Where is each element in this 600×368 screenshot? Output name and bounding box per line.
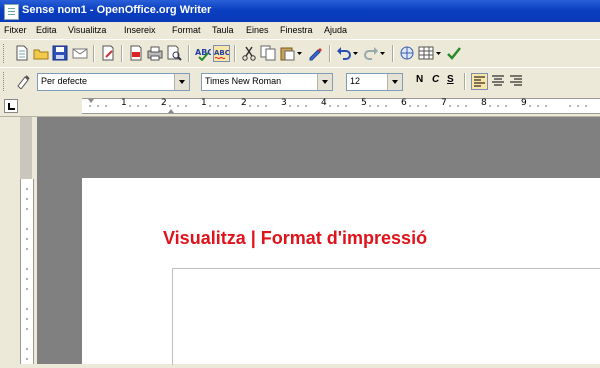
menu-edita[interactable]: Edita [36, 25, 57, 35]
separator [464, 73, 466, 90]
menu-taula[interactable]: Taula [212, 25, 234, 35]
paste-icon[interactable] [279, 45, 295, 61]
redo-dropdown-icon[interactable] [379, 45, 387, 61]
chevron-down-icon[interactable] [387, 74, 402, 90]
undo-icon[interactable] [336, 45, 352, 61]
styles-formatting-icon[interactable] [15, 73, 31, 90]
ruler-label: 9 [521, 98, 527, 108]
standard-toolbar: ABC ABC [0, 39, 600, 68]
document-heading[interactable]: Visualitza | Format d'impressió [163, 228, 427, 249]
copy-icon[interactable] [260, 45, 276, 61]
hyperlink-icon[interactable] [399, 45, 415, 61]
toolbar-grip[interactable] [3, 72, 7, 91]
tab-stop-selector-icon[interactable] [4, 99, 18, 113]
redo-icon[interactable] [363, 45, 379, 61]
show-draw-functions-icon[interactable] [446, 45, 462, 61]
page-preview-icon[interactable] [166, 45, 182, 61]
menu-insereix[interactable]: Insereix [124, 25, 156, 35]
vertical-ruler-ticks [26, 188, 28, 360]
export-pdf-icon[interactable] [128, 45, 144, 61]
horizontal-ruler[interactable]: 1 2 1 2 3 4 5 6 7 8 9 [0, 95, 600, 117]
table-icon[interactable] [418, 45, 434, 61]
underline-button[interactable]: S [447, 74, 454, 85]
font-name-combo[interactable]: Times New Roman [201, 73, 333, 91]
ruler-label: 4 [321, 98, 327, 108]
table-dropdown-icon[interactable] [435, 45, 443, 61]
separator [121, 45, 123, 62]
vertical-ruler-scale[interactable] [20, 179, 34, 364]
vertical-ruler-margin [20, 117, 32, 179]
chevron-down-icon[interactable] [317, 74, 332, 90]
vertical-ruler[interactable] [0, 117, 37, 364]
ruler-label: 2 [241, 98, 247, 108]
font-size-value: 12 [350, 76, 361, 86]
menu-eines[interactable]: Eines [246, 25, 269, 35]
mail-icon[interactable] [72, 45, 88, 61]
clone-formatting-icon[interactable] [307, 45, 323, 61]
autospellcheck-icon[interactable]: ABC [213, 45, 230, 62]
window-title: Sense nom1 - OpenOffice.org Writer [22, 4, 212, 16]
indent-marker-icon [88, 99, 94, 103]
save-icon[interactable] [52, 45, 68, 61]
menu-bar: Fitxer Edita Visualitza Insereix Format … [0, 22, 600, 39]
chevron-down-icon[interactable] [174, 74, 189, 90]
italic-button[interactable]: C [432, 74, 439, 85]
text-boundary [172, 268, 600, 365]
open-folder-icon[interactable] [33, 45, 49, 61]
menu-finestra[interactable]: Finestra [280, 25, 313, 35]
menu-ajuda[interactable]: Ajuda [324, 25, 347, 35]
ruler-label: 7 [441, 98, 447, 108]
menu-format[interactable]: Format [172, 25, 201, 35]
cut-icon[interactable] [241, 45, 257, 61]
print-icon[interactable] [147, 45, 163, 61]
ruler-label: 3 [281, 98, 287, 108]
left-margin-marker-icon [168, 109, 174, 113]
svg-text:ABC: ABC [214, 49, 229, 57]
align-right-icon[interactable] [508, 73, 524, 89]
svg-text:ABC: ABC [195, 48, 211, 57]
title-bar: Sense nom1 - OpenOffice.org Writer [0, 0, 600, 22]
menu-fitxer[interactable]: Fitxer [4, 25, 27, 35]
paragraph-style-value: Per defecte [41, 76, 88, 86]
menu-visualitza[interactable]: Visualitza [68, 25, 106, 35]
separator [392, 45, 394, 62]
font-size-combo[interactable]: 12 [346, 73, 403, 91]
formatting-toolbar: Per defecte Times New Roman 12 N C S [0, 67, 600, 96]
writer-app-icon[interactable] [4, 4, 19, 20]
ruler-label: 2 [161, 98, 167, 108]
separator [93, 45, 95, 62]
edit-file-icon[interactable] [100, 45, 116, 61]
bold-button[interactable]: N [416, 74, 423, 85]
ruler-label: 6 [401, 98, 407, 108]
font-name-value: Times New Roman [205, 76, 282, 86]
undo-dropdown-icon[interactable] [352, 45, 360, 61]
ruler-label: 8 [481, 98, 487, 108]
paste-dropdown-icon[interactable] [296, 45, 304, 61]
ruler-label: 1 [201, 98, 207, 108]
separator [188, 45, 190, 62]
align-center-icon[interactable] [490, 73, 506, 89]
align-left-icon[interactable] [471, 73, 488, 90]
separator [329, 45, 331, 62]
new-document-icon[interactable] [14, 45, 30, 61]
separator [234, 45, 236, 62]
ruler-label: 5 [361, 98, 367, 108]
ruler-label: 1 [121, 98, 127, 108]
spellcheck-icon[interactable]: ABC [195, 45, 213, 62]
toolbar-grip[interactable] [3, 44, 7, 63]
paragraph-style-combo[interactable]: Per defecte [37, 73, 190, 91]
